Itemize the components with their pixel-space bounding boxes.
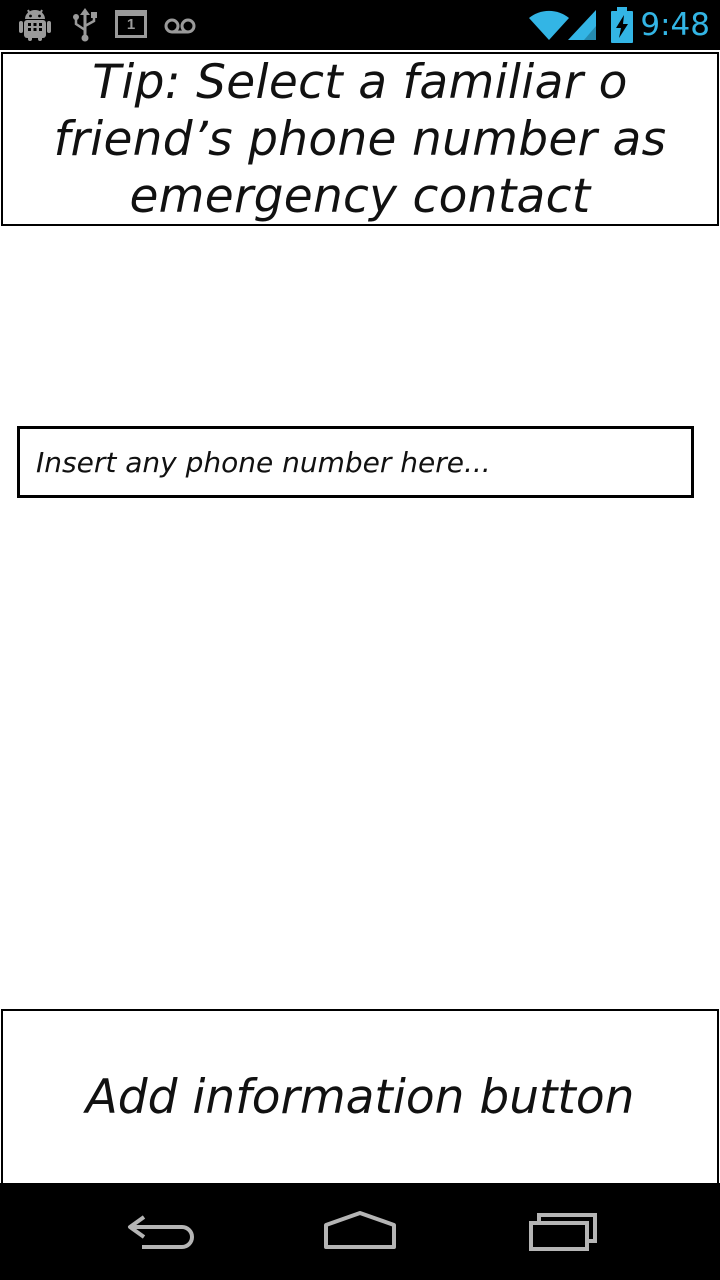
calendar-icon: 1 bbox=[115, 10, 147, 38]
back-button[interactable] bbox=[115, 1203, 205, 1259]
back-icon bbox=[128, 1215, 194, 1249]
status-bar: 1 9:48 bbox=[0, 0, 720, 50]
navigation-bar bbox=[0, 1183, 720, 1280]
home-button[interactable] bbox=[315, 1203, 405, 1259]
wifi-icon bbox=[529, 10, 569, 40]
status-time: 9:48 bbox=[640, 7, 710, 43]
phone-number-input[interactable] bbox=[17, 426, 694, 498]
usb-icon bbox=[73, 8, 97, 42]
recent-apps-button[interactable] bbox=[518, 1203, 608, 1259]
add-information-button[interactable]: Add information button bbox=[1, 1009, 719, 1183]
signal-icon bbox=[568, 10, 596, 40]
battery-charging-icon bbox=[611, 7, 633, 43]
recent-apps-icon bbox=[529, 1213, 597, 1251]
tip-text: Tip: Select a familiar o friend’s phone … bbox=[53, 54, 667, 224]
voicemail-icon bbox=[164, 18, 196, 34]
home-icon bbox=[324, 1211, 396, 1249]
android-debug-icon bbox=[19, 9, 51, 41]
calendar-day: 1 bbox=[126, 16, 136, 33]
tip-box: Tip: Select a familiar o friend’s phone … bbox=[1, 52, 719, 226]
